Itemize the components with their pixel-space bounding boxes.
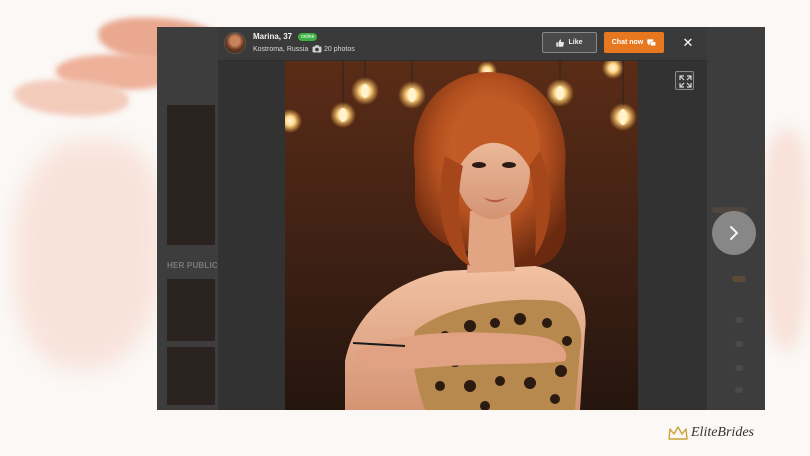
brand-name: EliteBrides xyxy=(691,425,754,440)
camera-icon xyxy=(312,45,322,53)
background-thumbnail xyxy=(167,279,215,341)
photo-viewer xyxy=(218,61,707,410)
expand-icon xyxy=(679,75,692,88)
crown-icon xyxy=(668,426,688,440)
background-bar xyxy=(735,317,743,323)
thumbs-up-icon xyxy=(556,38,565,47)
photo-count[interactable]: 20 photos xyxy=(324,46,355,53)
background-bar xyxy=(735,387,743,393)
close-icon[interactable]: ✕ xyxy=(680,35,696,51)
portrait-illustration xyxy=(285,61,638,410)
background-bar xyxy=(735,365,743,371)
profile-location: Kostroma, Russia xyxy=(253,46,309,53)
watercolor-wash xyxy=(760,130,808,350)
profile-name-age[interactable]: Marina, 37 xyxy=(253,32,292,41)
background-photo xyxy=(167,105,215,245)
chat-icon xyxy=(647,38,657,46)
watercolor-wash xyxy=(14,140,164,370)
chevron-right-icon xyxy=(730,226,738,240)
brand-logo: EliteBrides xyxy=(668,425,754,441)
background-bar xyxy=(735,341,743,347)
avatar[interactable] xyxy=(224,32,246,54)
photo-viewer-header: Marina, 37 online Kostroma, Russia 20 ph… xyxy=(218,27,707,61)
fullscreen-button[interactable] xyxy=(675,71,694,90)
profile-photo[interactable] xyxy=(285,61,638,410)
next-photo-button[interactable] xyxy=(712,211,756,255)
like-button-label: Like xyxy=(568,39,583,46)
chat-button-label: Chat now xyxy=(611,39,644,46)
online-badge: online xyxy=(298,33,318,41)
like-button[interactable]: Like xyxy=(542,32,597,53)
chat-now-button[interactable]: Chat now xyxy=(604,32,664,53)
background-bar xyxy=(732,276,746,282)
background-thumbnail xyxy=(167,347,215,405)
